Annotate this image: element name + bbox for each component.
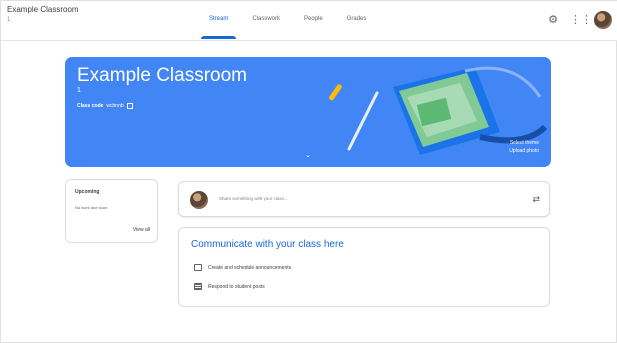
- class-section: 1: [7, 17, 11, 23]
- share-box[interactable]: Share something with your class... ⇄: [178, 181, 550, 217]
- top-icons: ⚙ ⋮⋮: [546, 11, 612, 29]
- class-title[interactable]: Example Classroom: [7, 5, 79, 14]
- upcoming-note: No work due soon: [75, 205, 108, 210]
- upcoming-card: Upcoming No work due soon View all: [65, 179, 158, 243]
- banner-section: 1: [77, 87, 81, 94]
- customize-banner-link[interactable]: Select theme Upload photo: [509, 139, 539, 155]
- communicate-card: Communicate with your class here Create …: [178, 227, 550, 307]
- avatar[interactable]: [594, 11, 612, 29]
- gear-icon[interactable]: ⚙: [546, 13, 560, 27]
- list-item: Create and schedule announcements: [194, 264, 291, 271]
- top-bar: Example Classroom 1 Stream Classwork Peo…: [1, 1, 617, 41]
- communicate-item-label: Create and schedule announcements: [208, 264, 292, 271]
- communicate-item-label: Respond to student posts: [208, 283, 265, 290]
- fullscreen-icon[interactable]: [126, 103, 133, 109]
- class-code-label: Class code: [77, 103, 104, 109]
- class-code: Class code wcbnnb: [77, 103, 133, 109]
- banner-title: Example Classroom: [77, 65, 247, 86]
- communicate-title: Communicate with your class here: [191, 239, 344, 250]
- select-theme-link[interactable]: Select theme: [509, 139, 539, 147]
- announcement-icon: [194, 264, 202, 271]
- avatar: [190, 191, 208, 209]
- tab-people[interactable]: People: [292, 1, 335, 41]
- app-window: Example Classroom 1 Stream Classwork Peo…: [0, 0, 617, 343]
- list-item: Respond to student posts: [194, 283, 265, 290]
- tab-grades[interactable]: Grades: [335, 1, 379, 41]
- chevron-down-icon[interactable]: ⌄: [305, 151, 311, 159]
- repost-icon[interactable]: ⇄: [532, 194, 540, 205]
- tab-classwork[interactable]: Classwork: [240, 1, 292, 41]
- upload-photo-link[interactable]: Upload photo: [509, 147, 539, 155]
- class-code-value: wcbnnb: [106, 103, 124, 109]
- view-all-link[interactable]: View all: [133, 227, 150, 233]
- apps-grid-icon[interactable]: ⋮⋮: [570, 13, 592, 27]
- share-input[interactable]: Share something with your class...: [219, 196, 288, 201]
- tab-stream[interactable]: Stream: [197, 1, 240, 41]
- post-icon: [194, 283, 202, 290]
- tab-bar: Stream Classwork People Grades: [197, 1, 378, 41]
- upcoming-title: Upcoming: [75, 189, 100, 195]
- class-banner: Example Classroom 1 Class code wcbnnb Se…: [65, 57, 551, 167]
